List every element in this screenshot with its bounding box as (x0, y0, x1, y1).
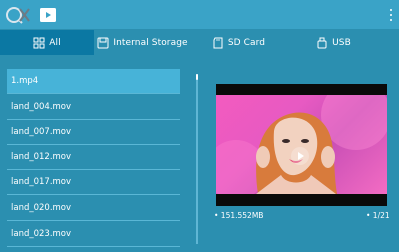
thumbnail-illustration (216, 95, 387, 194)
tab-all-label: All (49, 37, 61, 48)
tab-internal-storage[interactable]: Internal Storage (95, 30, 190, 55)
file-name: 1.mp4 (11, 76, 39, 86)
file-name: land_012.mov (11, 152, 72, 162)
scrollbar-thumb[interactable] (196, 74, 198, 80)
file-item-land-023[interactable]: land_023.mov (7, 222, 180, 247)
video-preview[interactable] (216, 84, 387, 206)
file-item-land-020[interactable]: land_020.mov (7, 196, 180, 221)
overflow-menu-icon[interactable] (389, 9, 393, 21)
usb-icon (317, 37, 327, 48)
file-item-land-012[interactable]: land_012.mov (7, 145, 180, 170)
storage-icon (97, 37, 109, 48)
scrollbar-track[interactable] (196, 74, 198, 244)
storage-tabs: All Internal Storage SD Card USB (0, 30, 399, 55)
tab-usb[interactable]: USB (287, 30, 380, 55)
file-name: land_023.mov (11, 229, 72, 239)
tab-usb-label: USB (332, 37, 351, 48)
top-bar (0, 0, 399, 29)
file-name: land_004.mov (11, 102, 72, 112)
video-player-icon[interactable] (40, 8, 56, 22)
file-name: land_017.mov (11, 177, 72, 187)
file-item-1-mp4[interactable]: 1.mp4 (7, 69, 180, 94)
tab-internal-storage-label: Internal Storage (113, 37, 188, 48)
file-size: • 151.552MB (214, 211, 264, 220)
tab-all[interactable]: All (0, 30, 94, 55)
video-thumbnail (216, 95, 387, 194)
qx-logo-icon[interactable] (5, 5, 31, 25)
file-list: 1.mp4 land_004.mov land_007.mov land_012… (7, 69, 180, 249)
file-item-land-004[interactable]: land_004.mov (7, 95, 180, 120)
file-name: land_007.mov (11, 127, 72, 137)
file-item-land-007[interactable]: land_007.mov (7, 120, 180, 145)
grid-icon (33, 37, 45, 48)
file-name: land_020.mov (11, 203, 72, 213)
tab-sd-card-label: SD Card (227, 37, 266, 48)
page-indicator: • 1/21 (366, 211, 390, 220)
tab-sd-card[interactable]: SD Card (191, 30, 286, 55)
sd-card-icon (213, 37, 223, 48)
file-item-land-017[interactable]: land_017.mov (7, 170, 180, 195)
play-icon[interactable] (291, 147, 309, 165)
